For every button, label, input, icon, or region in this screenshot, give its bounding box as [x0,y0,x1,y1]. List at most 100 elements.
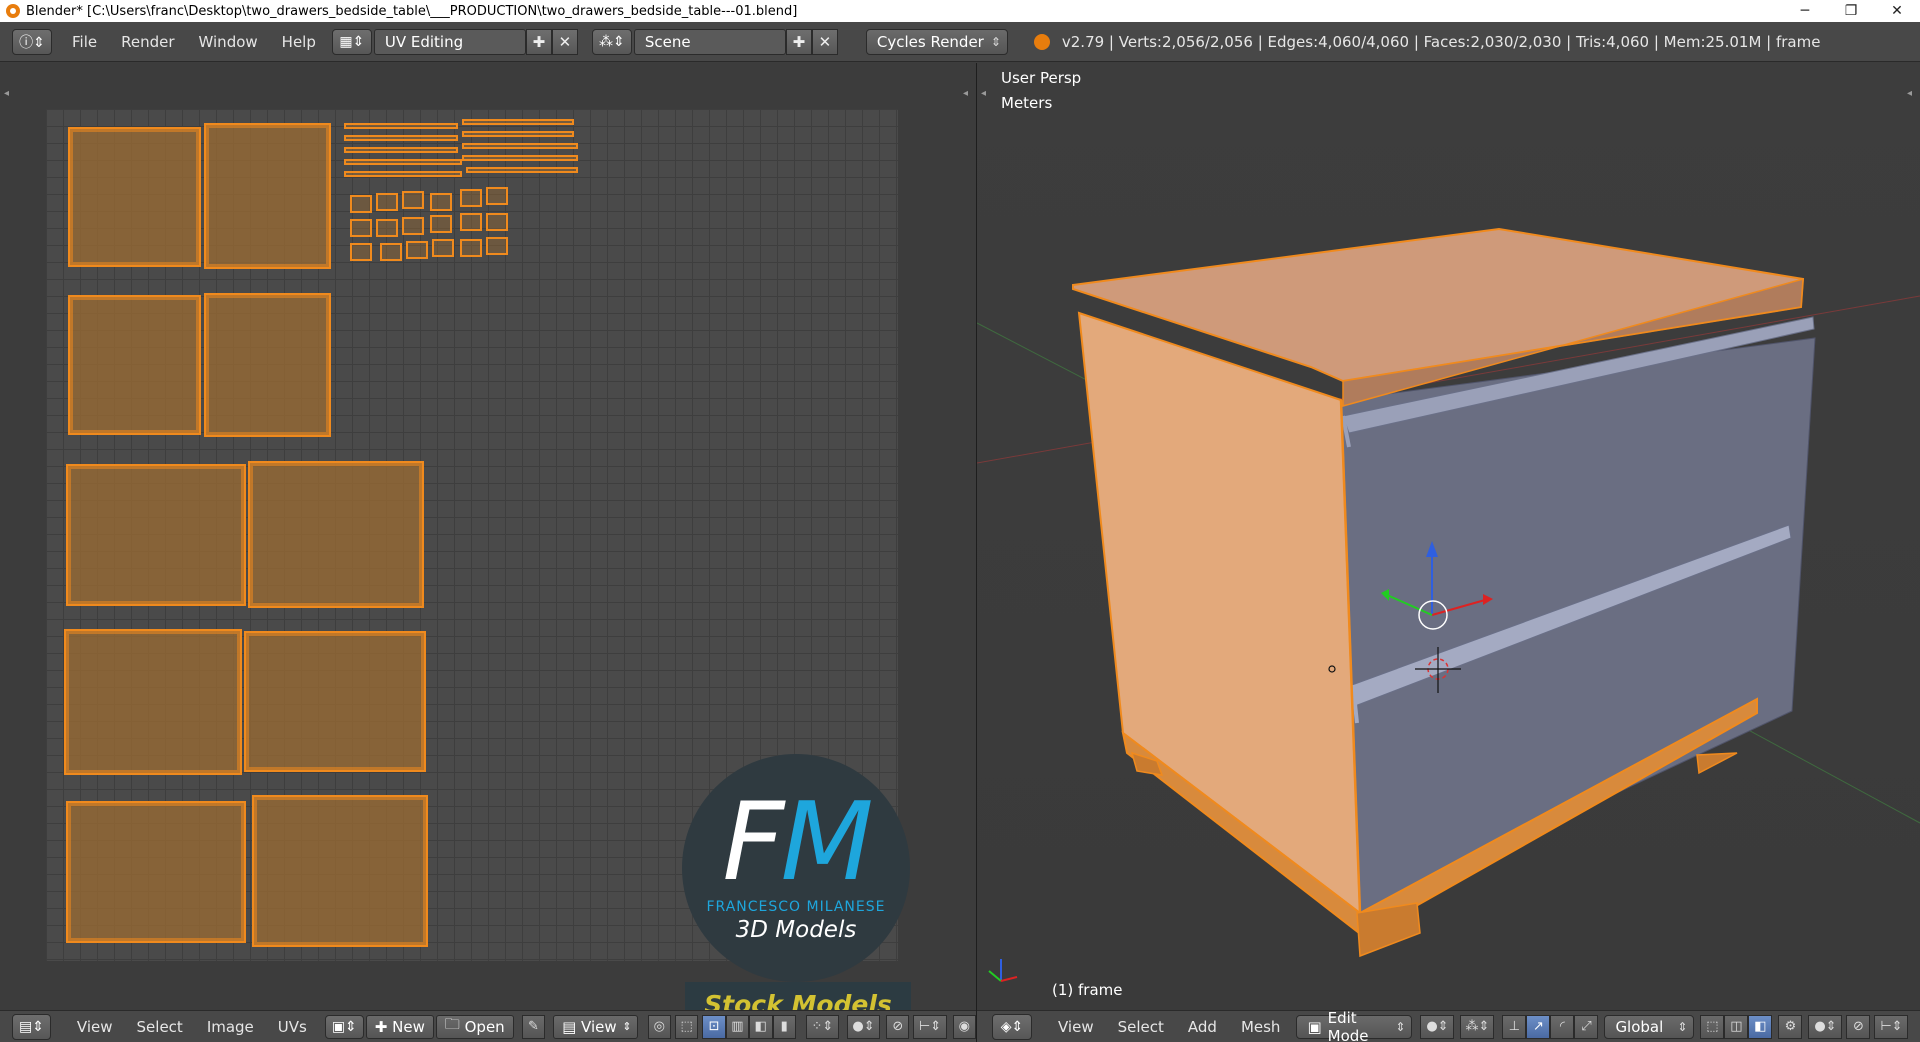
scale-manipulator-button[interactable]: ⤢ [1574,1014,1599,1039]
uv-island[interactable] [350,219,372,237]
snap-toggle-vp-button[interactable]: ⊘ [1846,1014,1871,1039]
vp-menu-add[interactable]: Add [1176,1014,1229,1040]
rotate-manipulator-button[interactable]: ◜ [1550,1014,1575,1039]
uv-island[interactable] [344,135,458,141]
uv-island[interactable] [406,241,428,259]
uv-island[interactable] [432,239,454,257]
uv-island[interactable] [376,219,398,237]
uv-island[interactable] [204,293,331,437]
menu-render[interactable]: Render [109,29,186,55]
toolbar-toggle-icon[interactable]: ◂ [4,88,9,99]
uv-island[interactable] [462,131,574,137]
uv-island[interactable] [402,191,424,209]
snap-element-vp-dropdown[interactable]: ⊢⇕ [1874,1014,1909,1039]
image-browse-button[interactable]: ▣⇕ [324,1014,364,1039]
vertex-select-mode-button[interactable]: ⊡ [702,1014,726,1039]
uv-island[interactable] [204,123,331,269]
uv-island[interactable] [486,187,508,205]
render-engine-dropdown[interactable]: Cycles Render [865,28,1008,55]
uv-island[interactable] [460,239,482,257]
3d-viewport[interactable]: ◂ ◂ User Persp Meters (1) frame [977,63,1920,1010]
uv-menu-image[interactable]: Image [195,1014,266,1040]
add-screen-button[interactable]: ✚ [525,28,552,55]
vp-menu-view[interactable]: View [1046,1014,1106,1040]
interaction-mode-dropdown[interactable]: ▣ Edit Mode [1296,1009,1413,1042]
uv-island[interactable] [462,119,574,125]
scene-browse-button[interactable]: ⁂⇕ [591,28,632,55]
open-image-button[interactable]: 🗀 Open [435,1014,514,1039]
menu-help[interactable]: Help [270,29,328,55]
vp-menu-select[interactable]: Select [1106,1014,1176,1040]
pin-image-button[interactable]: ✎ [521,1014,546,1039]
uv-menu-view[interactable]: View [65,1014,125,1040]
uv-island[interactable] [462,155,578,161]
uv-island[interactable] [376,193,398,211]
snap-element-dropdown[interactable]: ⊢⇕ [913,1014,947,1039]
properties-toggle-icon[interactable]: ◂ [963,88,968,99]
vertex-select-button[interactable]: ⬚ [1700,1014,1725,1039]
snap-toggle-button[interactable]: ⊘ [886,1014,910,1039]
new-image-button[interactable]: ✚ New [365,1014,434,1039]
viewport-shading-dropdown[interactable]: ●⇕ [1420,1014,1455,1039]
uv-island[interactable] [252,795,428,947]
uv-island[interactable] [466,167,578,173]
scene-render[interactable] [977,63,1920,1010]
uv-island[interactable] [402,217,424,235]
uv-island[interactable] [244,631,426,772]
uv-island[interactable] [486,213,508,231]
uv-menu-select[interactable]: Select [125,1014,195,1040]
edge-select-button[interactable]: ◫ [1724,1014,1749,1039]
uv-island[interactable] [486,237,508,255]
uv-island[interactable] [430,215,452,233]
uv-island[interactable] [68,295,201,435]
uv-island[interactable] [248,461,424,608]
uv-island[interactable] [350,243,372,261]
uv-image-editor[interactable]: ◂ ◂ FM FRANCESCO MILANESE 3D Models Stoc… [0,63,976,1010]
minimize-button[interactable]: ─ [1782,0,1828,22]
scene-field[interactable]: Scene [633,28,786,55]
editor-type-3d-button[interactable]: ◈⇕ [992,1013,1032,1040]
menu-file[interactable]: File [60,29,109,55]
screen-layout-browse-button[interactable]: ▦⇕ [331,28,372,55]
limit-selection-button[interactable]: ⚙ [1778,1014,1803,1039]
uv-island[interactable] [344,147,458,153]
editor-type-info-button[interactable]: ⓘ⇕ [12,28,52,55]
close-button[interactable]: ✕ [1874,0,1920,22]
uv-island[interactable] [64,629,242,775]
uv-island[interactable] [430,193,452,211]
proportional-edit-dropdown-vp[interactable]: ●⇕ [1808,1014,1843,1039]
uv-island[interactable] [462,143,578,149]
uv-menu-uvs[interactable]: UVs [266,1014,319,1040]
sync-selection-button[interactable]: ⬚ [675,1014,699,1039]
sticky-selection-dropdown[interactable]: ⁘⇕ [805,1014,839,1039]
edge-select-mode-button[interactable]: ▥ [725,1014,750,1039]
view-mode-dropdown[interactable]: ▤ View ⇕ [553,1014,638,1039]
uv-island[interactable] [380,243,402,261]
manipulator-toggle-button[interactable]: ⊥ [1502,1014,1527,1039]
editor-type-uv-button[interactable]: ▤⇕ [12,1013,51,1040]
maximize-button[interactable]: ❐ [1828,0,1874,22]
menu-window[interactable]: Window [187,29,270,55]
uv-island[interactable] [460,213,482,231]
render-slot-button[interactable]: ◉ [952,1014,976,1039]
face-select-mode-button[interactable]: ◧ [749,1014,773,1039]
translate-manipulator-button[interactable]: ↗ [1526,1014,1551,1039]
uv-island[interactable] [350,195,372,213]
uv-island[interactable] [66,464,246,606]
island-select-mode-button[interactable]: ▮ [772,1014,796,1039]
uv-island[interactable] [344,159,462,165]
add-scene-button[interactable]: ✚ [785,28,812,55]
proportional-edit-dropdown[interactable]: ●⇕ [846,1014,881,1039]
uv-island[interactable] [66,801,246,943]
uv-island[interactable] [344,123,458,129]
delete-scene-button[interactable]: ✕ [811,28,838,55]
delete-screen-button[interactable]: ✕ [551,28,578,55]
uv-island[interactable] [460,189,482,207]
vp-menu-mesh[interactable]: Mesh [1229,1014,1293,1040]
screen-layout-field[interactable]: UV Editing [373,28,526,55]
pivot-point-dropdown[interactable]: ⁂⇕ [1460,1014,1495,1039]
pivot-button[interactable]: ◎ [647,1014,672,1039]
uv-island[interactable] [68,127,201,267]
uv-island[interactable] [344,171,462,177]
transform-orientation-dropdown[interactable]: Global [1604,1014,1695,1039]
